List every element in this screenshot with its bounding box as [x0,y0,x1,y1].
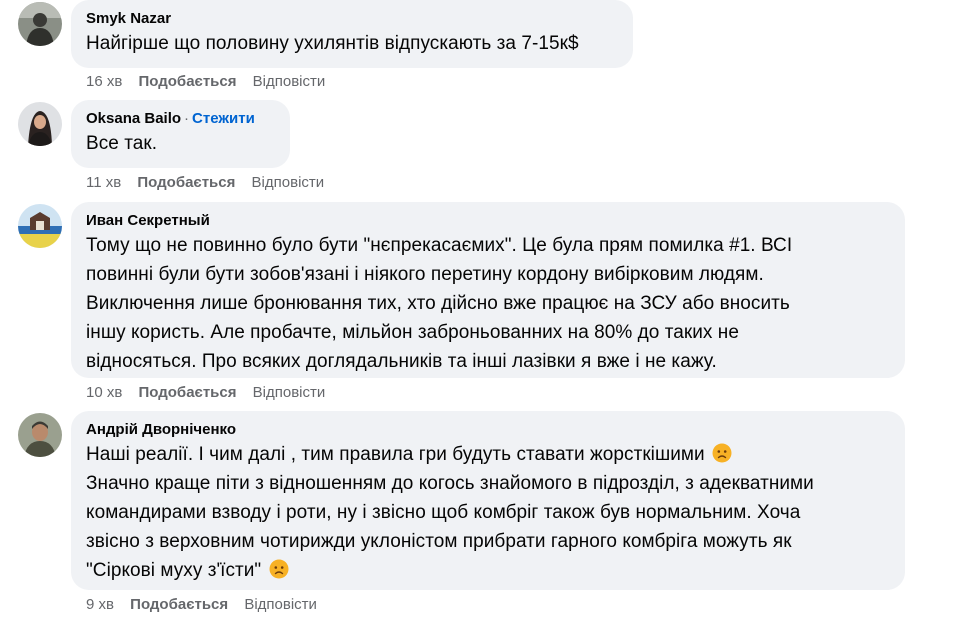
comment-actions: 11 хв Подобається Відповісти [86,174,324,192]
author-name[interactable]: Oksana Bailo [86,110,181,127]
comment-text: Все так. [86,133,158,154]
comment-actions: 9 хв Подобається Відповісти [86,596,317,614]
follow-button[interactable]: Стежити [192,110,255,127]
comment-bubble: Oksana Bailo · Стежити Все так. [71,100,290,168]
timestamp[interactable]: 9 хв [86,596,114,614]
comment-bubble: Андрій Дворніченко Наші реалії. І чим да… [71,411,905,590]
author-name[interactable]: Андрій Дворніченко [86,421,236,438]
timestamp[interactable]: 11 хв [86,174,121,192]
author-line: Андрій Дворніченко [86,420,890,440]
reply-button[interactable]: Відповісти [252,174,325,192]
like-button[interactable]: Подобається [139,73,237,91]
reply-button[interactable]: Відповісти [253,73,326,91]
separator-dot: · [184,110,190,127]
author-line: Иван Секретный [86,211,890,231]
comment-text-body: Значно краще піти з відношенням до когос… [86,473,814,552]
comment-bubble: Smyk Nazar Найгірше що половину ухилянті… [71,0,633,68]
comment-text: Наші реалії. І чим далі , тим правила гр… [86,440,890,585]
author-line: Smyk Nazar [86,9,618,29]
comment-text: Тому що не повинно було бути "нєпрекасає… [86,235,793,372]
avatar[interactable] [18,2,62,46]
like-button[interactable]: Подобається [130,596,228,614]
reply-button[interactable]: Відповісти [253,384,326,402]
like-button[interactable]: Подобається [139,384,237,402]
avatar[interactable] [18,102,62,146]
timestamp[interactable]: 10 хв [86,384,122,402]
comment-text-last-line: "Сіркові муху з'їсти" [86,560,262,581]
comment-bubble: Иван Секретный Тому що не повинно було б… [71,202,905,378]
author-name[interactable]: Smyk Nazar [86,10,171,27]
author-line: Oksana Bailo · Стежити [86,109,275,129]
author-name[interactable]: Иван Секретный [86,212,210,229]
comment-actions: 16 хв Подобається Відповісти [86,73,325,91]
avatar[interactable] [18,204,62,248]
sad-face-emoji [269,559,289,579]
like-button[interactable]: Подобається [137,174,235,192]
comment-text: Найгірше що половину ухилянтів відпускаю… [86,33,579,54]
comment-actions: 10 хв Подобається Відповісти [86,384,325,402]
reply-button[interactable]: Відповісти [244,596,317,614]
sad-face-emoji [712,443,732,463]
timestamp[interactable]: 16 хв [86,73,122,91]
avatar[interactable] [18,413,62,457]
comment-text-line-1: Наші реалії. І чим далі , тим правила гр… [86,444,705,465]
